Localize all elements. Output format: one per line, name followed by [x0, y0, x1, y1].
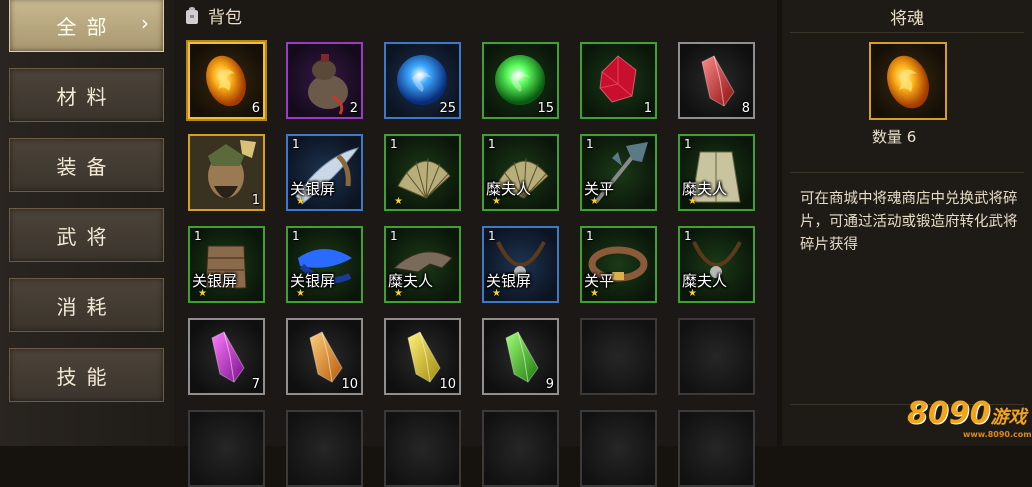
- detail-description: 可在商城中将魂商店中兑换武将碎片，可通过活动或锻造府转化武将碎片获得: [800, 191, 1018, 253]
- star-icon: ★: [394, 196, 403, 207]
- fragment-count: 1: [684, 137, 692, 151]
- fragment-count: 1: [390, 137, 398, 151]
- tab-skills-label: 技能: [56, 364, 117, 389]
- empty-inventory-slot[interactable]: [678, 410, 755, 487]
- item-count: 25: [439, 101, 456, 116]
- item-count: 7: [251, 377, 260, 392]
- fragment-count: 1: [488, 229, 496, 243]
- item-count: 1: [251, 193, 260, 208]
- inventory-slot[interactable]: 1 关平 ★: [580, 134, 657, 211]
- empty-inventory-slot[interactable]: [286, 410, 363, 487]
- inventory-slot[interactable]: 1 关银屏 ★: [188, 226, 265, 303]
- inventory-slot[interactable]: 1 糜夫人 ★: [678, 226, 755, 303]
- item-count: 10: [439, 377, 456, 392]
- site-watermark: 8090游戏 www.8090.com: [907, 396, 1032, 439]
- fragment-count: 1: [390, 229, 398, 243]
- hero-name-label: 关平: [584, 272, 615, 290]
- item-count: 1: [643, 101, 652, 116]
- star-icon: ★: [492, 288, 501, 299]
- star-icon: ★: [688, 288, 697, 299]
- inventory-slot[interactable]: 1: [188, 134, 265, 211]
- inventory-slot[interactable]: 1 糜夫人 ★: [384, 226, 461, 303]
- watermark-url: www.8090.com: [963, 430, 1032, 439]
- tab-all-label: 全部: [56, 14, 117, 39]
- star-icon: ★: [296, 196, 305, 207]
- fragment-count: 1: [684, 229, 692, 243]
- star-icon: ★: [590, 288, 599, 299]
- inventory-slot[interactable]: 10: [286, 318, 363, 395]
- tab-generals-label: 武将: [56, 224, 117, 249]
- inventory-slot[interactable]: 6: [188, 42, 265, 119]
- detail-divider: [790, 32, 1024, 33]
- tab-skills[interactable]: 技能: [9, 348, 164, 402]
- item-count: 9: [545, 377, 554, 392]
- inventory-slot[interactable]: 2: [286, 42, 363, 119]
- empty-inventory-slot[interactable]: [580, 410, 657, 487]
- fragment-count: 1: [194, 229, 202, 243]
- backpack-title: 背包: [208, 7, 242, 28]
- inventory-slot[interactable]: 1 关银屏 ★: [482, 226, 559, 303]
- inventory-slot[interactable]: 1 关银屏 ★: [286, 134, 363, 211]
- category-tab-column: 全部 › 材料 装备 武将 消耗 技能: [0, 0, 174, 446]
- inventory-slot[interactable]: 1 关平 ★: [580, 226, 657, 303]
- inventory-slot[interactable]: 1 糜夫人 ★: [678, 134, 755, 211]
- hero-name-label: 关平: [584, 180, 615, 198]
- inventory-grid: 6 2 25 15 1 8 1 1 关银屏 ★ 1 ★ 1 糜夫人 ★ 1 关平 ★ 1 糜夫人…: [174, 30, 777, 487]
- inventory-slot[interactable]: 8: [678, 42, 755, 119]
- item-count: 6: [251, 101, 260, 116]
- tab-consumables-label: 消耗: [56, 294, 117, 319]
- tab-consumables[interactable]: 消耗: [9, 278, 164, 332]
- tab-all[interactable]: 全部 ›: [9, 0, 164, 52]
- empty-inventory-slot[interactable]: [188, 410, 265, 487]
- fragment-count: 1: [292, 229, 300, 243]
- bag-icon: [186, 7, 198, 24]
- detail-title: 将魂: [890, 9, 924, 29]
- fragment-count: 1: [488, 137, 496, 151]
- item-count: 2: [349, 101, 358, 116]
- star-icon: ★: [590, 196, 599, 207]
- inventory-slot[interactable]: 9: [482, 318, 559, 395]
- inventory-slot[interactable]: 25: [384, 42, 461, 119]
- fire-soul-orb-icon: [887, 55, 929, 109]
- detail-item-slot: [869, 42, 947, 120]
- fragment-count: 1: [292, 137, 300, 151]
- backpack-header: 背包: [174, 0, 777, 30]
- tab-generals[interactable]: 武将: [9, 208, 164, 262]
- empty-inventory-slot[interactable]: [384, 410, 461, 487]
- star-icon: ★: [492, 196, 501, 207]
- star-icon: ★: [688, 196, 697, 207]
- inventory-slot[interactable]: 7: [188, 318, 265, 395]
- fragment-count: 1: [586, 229, 594, 243]
- star-icon: ★: [198, 288, 207, 299]
- fragment-count: 1: [586, 137, 594, 151]
- star-icon: ★: [394, 288, 403, 299]
- inventory-slot[interactable]: 10: [384, 318, 461, 395]
- inventory-slot[interactable]: 15: [482, 42, 559, 119]
- inventory-slot[interactable]: 1 关银屏 ★: [286, 226, 363, 303]
- empty-inventory-slot[interactable]: [580, 318, 657, 395]
- chevron-right-icon: ›: [141, 11, 149, 35]
- detail-divider: [790, 172, 1024, 173]
- inventory-slot[interactable]: 1 ★: [384, 134, 461, 211]
- item-detail-panel: 将魂 数量 6 可在商城中将魂商店中兑换武将碎片，可通过活动或锻造府转化武将碎片…: [782, 0, 1032, 446]
- empty-inventory-slot[interactable]: [482, 410, 559, 487]
- tab-equipment-label: 装备: [56, 154, 117, 179]
- star-icon: ★: [296, 288, 305, 299]
- tab-materials-label: 材料: [56, 84, 117, 109]
- tab-equipment[interactable]: 装备: [9, 138, 164, 192]
- inventory-slot[interactable]: 1 糜夫人 ★: [482, 134, 559, 211]
- tab-materials[interactable]: 材料: [9, 68, 164, 122]
- watermark-text: 游戏: [990, 407, 1027, 428]
- inventory-slot[interactable]: 1: [580, 42, 657, 119]
- item-count: 15: [537, 101, 554, 116]
- item-count: 8: [741, 101, 750, 116]
- empty-inventory-slot[interactable]: [678, 318, 755, 395]
- watermark-logo: 8090: [907, 396, 991, 431]
- item-count: 10: [341, 377, 358, 392]
- detail-quantity: 数量 6: [872, 128, 917, 146]
